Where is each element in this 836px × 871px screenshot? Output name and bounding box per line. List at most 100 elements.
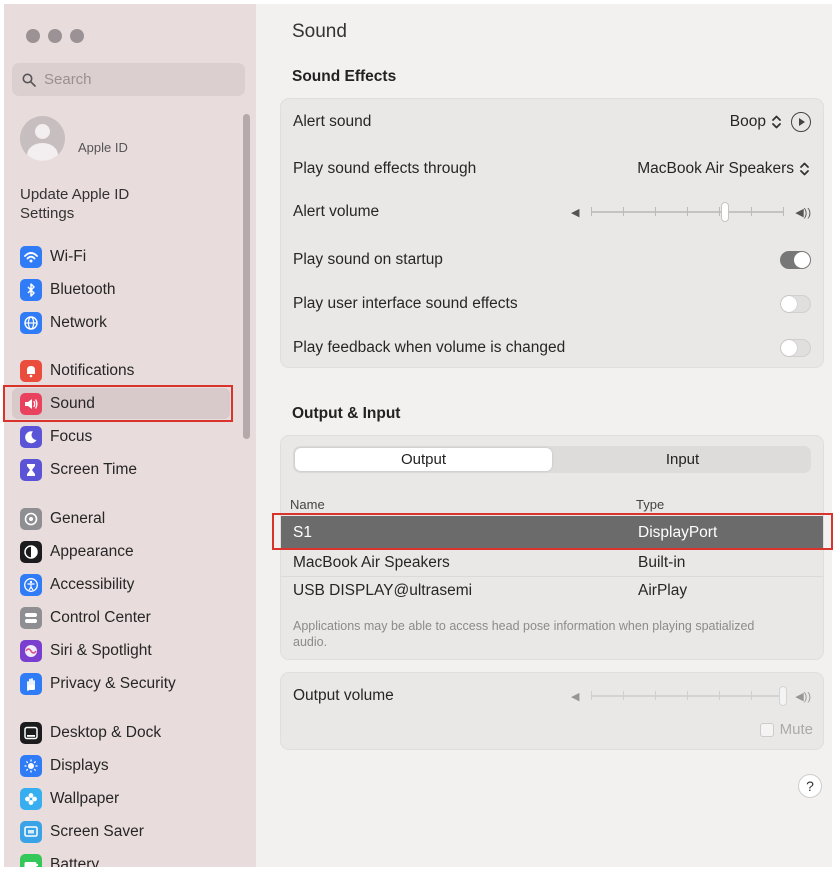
play-through-select[interactable]: MacBook Air Speakers: [637, 160, 811, 178]
alert-sound-row: Alert sound Boop: [293, 107, 811, 137]
alert-sound-select[interactable]: Boop: [730, 113, 783, 131]
table-row[interactable]: USB DISPLAY@ultrasemi AirPlay: [281, 577, 823, 605]
sidebar-item-focus[interactable]: Focus: [12, 421, 230, 452]
sidebar-item-label: Appearance: [50, 542, 134, 560]
wifi-icon: [20, 245, 42, 268]
column-header-name[interactable]: Name: [290, 497, 325, 512]
search-placeholder: Search: [44, 71, 92, 88]
slider-tick: [687, 207, 688, 216]
search-input[interactable]: Search: [12, 63, 245, 96]
sidebar-item-appearance[interactable]: Appearance: [12, 536, 230, 567]
play-through-row: Play sound effects through MacBook Air S…: [293, 154, 811, 184]
sidebar-item-general[interactable]: General: [12, 503, 230, 534]
column-header-type[interactable]: Type: [636, 497, 664, 512]
speaker-high-icon: ◀)): [795, 691, 811, 703]
sidebar-item-wallpaper[interactable]: Wallpaper: [12, 783, 230, 814]
mute-checkbox[interactable]: Mute: [759, 721, 813, 738]
chevron-updown-icon: [800, 162, 809, 176]
apple-id-entry[interactable]: Apple ID: [20, 116, 128, 161]
sidebar-item-label: Bluetooth: [50, 280, 116, 298]
sidebar-item-label: Displays: [50, 756, 109, 774]
sidebar-item-desktop-dock[interactable]: Desktop & Dock: [12, 717, 230, 748]
startup-row: Play sound on startup: [293, 245, 811, 275]
slider-knob[interactable]: [721, 202, 730, 222]
sidebar-item-battery[interactable]: Battery: [12, 849, 230, 867]
feedback-row: Play feedback when volume is changed: [293, 333, 811, 363]
slider-tick: [655, 207, 656, 216]
search-icon: [22, 73, 36, 87]
output-volume-group: Output volume ◀ ◀)) Mute: [280, 672, 824, 750]
ui-sounds-label: Play user interface sound effects: [293, 295, 518, 312]
hand-icon: [20, 672, 42, 695]
sidebar-item-screen-time[interactable]: Screen Time: [12, 454, 230, 485]
sidebar-item-label: Accessibility: [50, 575, 135, 593]
zoom-window-button[interactable]: [70, 29, 84, 43]
moon-icon: [20, 425, 42, 448]
sidebar-item-privacy-security[interactable]: Privacy & Security: [12, 668, 230, 699]
sidebar-item-network[interactable]: Network: [12, 307, 230, 338]
sidebar-item-label: Privacy & Security: [50, 674, 176, 692]
ui-sounds-toggle[interactable]: [780, 295, 811, 313]
sidebar-item-bluetooth[interactable]: Bluetooth: [12, 274, 230, 305]
minimize-window-button[interactable]: [48, 29, 62, 43]
feedback-toggle[interactable]: [780, 339, 811, 357]
sidebar-item-label: Battery: [50, 855, 100, 868]
globe-icon: [20, 311, 42, 334]
sidebar-item-label: Screen Saver: [50, 822, 144, 840]
battery-icon: [20, 853, 42, 867]
sidebar-item-label: Focus: [50, 427, 93, 445]
speaker-high-icon: ◀)): [795, 207, 811, 219]
alert-volume-slider[interactable]: ◀ ◀)): [571, 201, 811, 223]
hourglass-icon: [20, 458, 42, 481]
sun-icon: [20, 754, 42, 777]
device-type: AirPlay: [638, 582, 688, 599]
sidebar-item-label: Wallpaper: [50, 789, 120, 807]
window-controls: [26, 29, 84, 43]
output-volume-slider[interactable]: ◀ ◀)): [571, 685, 811, 707]
device-name: USB DISPLAY@ultrasemi: [293, 582, 473, 599]
chevron-updown-icon: [772, 115, 781, 129]
update-apple-id-settings[interactable]: Update Apple ID Settings: [20, 185, 180, 223]
mute-label: Mute: [779, 721, 813, 738]
mute-checkbox-box[interactable]: [759, 722, 774, 737]
tab-output[interactable]: Output: [295, 448, 552, 471]
output-volume-label: Output volume: [293, 687, 394, 704]
sidebar-item-displays[interactable]: Displays: [12, 750, 230, 781]
tab-input[interactable]: Input: [554, 446, 811, 473]
sidebar-item-notifications[interactable]: Notifications: [12, 355, 230, 386]
ui-sounds-row: Play user interface sound effects: [293, 289, 811, 319]
startup-toggle[interactable]: [780, 251, 811, 269]
sidebar-item-screen-saver[interactable]: Screen Saver: [12, 816, 230, 847]
speaker-low-icon: ◀: [571, 207, 580, 219]
output-volume-row: Output volume ◀ ◀)): [293, 681, 811, 711]
play-alert-button[interactable]: [791, 112, 811, 132]
appearance-icon: [20, 540, 42, 563]
slider-tick: [655, 691, 656, 700]
sidebar-item-label: Network: [50, 313, 107, 331]
slider-tick: [719, 691, 720, 700]
alert-volume-label: Alert volume: [293, 203, 380, 220]
slider-tick: [783, 207, 784, 216]
table-row[interactable]: MacBook Air Speakers Built-in: [281, 549, 823, 577]
slider-tick: [751, 691, 752, 700]
sidebar-item-wi-fi[interactable]: Wi-Fi: [12, 241, 230, 272]
screensaver-icon: [20, 820, 42, 843]
bluetooth-icon: [20, 278, 42, 301]
page-title: Sound: [292, 21, 347, 42]
sidebar-item-siri-spotlight[interactable]: Siri & Spotlight: [12, 635, 230, 666]
alert-sound-value: Boop: [729, 113, 766, 130]
alert-sound-label: Alert sound: [293, 113, 372, 130]
sidebar-item-label: General: [50, 509, 106, 527]
sidebar-item-control-center[interactable]: Control Center: [12, 602, 230, 633]
flower-icon: [20, 787, 42, 810]
sidebar-scrollbar[interactable]: [243, 114, 250, 439]
help-button[interactable]: ?: [798, 774, 822, 798]
device-name: MacBook Air Speakers: [293, 554, 450, 571]
slider-knob[interactable]: [779, 686, 787, 706]
sidebar-item-accessibility[interactable]: Accessibility: [12, 569, 230, 600]
slider-tick: [687, 691, 688, 700]
close-window-button[interactable]: [26, 29, 40, 43]
main-panel: Sound Sound Effects Alert sound Boop Pla…: [256, 4, 832, 867]
feedback-label: Play feedback when volume is changed: [293, 339, 566, 356]
control-center-icon: [20, 606, 42, 629]
